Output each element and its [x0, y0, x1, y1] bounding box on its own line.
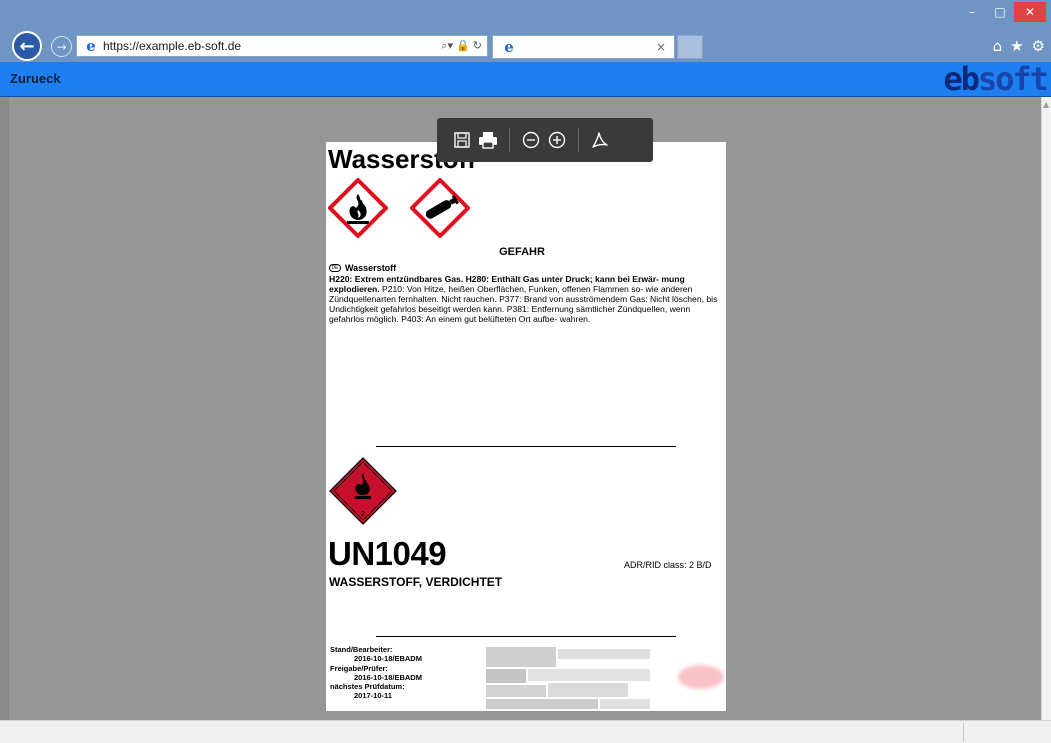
address-bar[interactable]: e https://example.eb-soft.de ⌕▾ 🔒 ↻ — [76, 35, 488, 57]
home-icon[interactable]: ⌂ — [993, 37, 1003, 55]
minimize-button[interactable]: – — [958, 2, 986, 22]
substance-name: Wasserstoff — [345, 263, 397, 273]
divider-line — [376, 636, 676, 637]
address-tools: ⌕▾ 🔒 ↻ — [441, 39, 487, 53]
zoom-in-button[interactable] — [544, 127, 570, 153]
arrow-left-icon: ← — [19, 35, 35, 57]
maximize-button[interactable]: □ — [986, 2, 1014, 22]
address-url[interactable]: https://example.eb-soft.de — [103, 39, 441, 53]
lang-badge: DE — [329, 264, 341, 272]
acrobat-icon — [592, 132, 608, 148]
toolbar-separator — [509, 128, 510, 152]
ebsoft-logo: ebsoft — [943, 60, 1049, 98]
status-bar — [0, 720, 1051, 743]
ghs-flame-pictogram-icon — [328, 178, 388, 238]
save-icon — [454, 132, 470, 148]
zoom-out-icon — [522, 131, 540, 149]
viewer-left-edge — [0, 97, 9, 720]
browser-back-button[interactable]: ← — [12, 31, 42, 61]
browser-chrome: – □ ✕ ← → e https://example.eb-soft.de ⌕… — [0, 0, 1051, 62]
tab-close-icon[interactable]: × — [656, 40, 674, 54]
browser-tools: ⌂ ★ ⚙ — [993, 37, 1045, 55]
signal-word: GEFAHR — [499, 246, 545, 258]
un-number: UN1049 — [328, 535, 447, 572]
stand-label: Stand/Bearbeiter: — [330, 645, 393, 654]
lock-icon[interactable]: 🔒 — [456, 39, 470, 53]
print-button[interactable] — [475, 127, 501, 153]
open-in-acrobat-button[interactable] — [587, 127, 613, 153]
next-review-label: nächstes Prüfdatum: — [330, 682, 405, 692]
status-bar-separator — [963, 723, 964, 741]
hazard-statements: H220: Extrem entzündbares Gas. H280: Ent… — [329, 274, 724, 324]
divider-line — [376, 446, 676, 447]
viewer-scrollbar[interactable]: ▲ — [1041, 97, 1051, 720]
adr-class-2-label-icon: 2 — [329, 457, 397, 525]
toolbar-separator — [578, 128, 579, 152]
refresh-icon[interactable]: ↻ — [473, 39, 482, 53]
print-icon — [479, 132, 497, 149]
freigabe-label: Freigabe/Prüfer: — [330, 663, 388, 673]
scroll-up-icon[interactable]: ▲ — [1043, 100, 1049, 109]
ie-logo-icon: e — [86, 37, 96, 55]
adr-class-number: 2 — [361, 511, 365, 518]
search-icon[interactable]: ⌕▾ — [441, 39, 453, 53]
app-header: Zurueck ebsoft — [0, 62, 1051, 97]
document-footer: Stand/Bearbeiter: 2016-10-18/EBADM Freig… — [330, 645, 480, 701]
stand-value: 2016-10-18/EBADM — [354, 654, 422, 664]
pdf-page: Wasserstoff GEFAHR DE Wasserstoff H220: … — [326, 142, 726, 711]
language-label: DE Wasserstoff — [329, 263, 396, 273]
ie-logo-icon: e — [504, 38, 514, 56]
new-tab-button[interactable] — [677, 35, 703, 59]
stamp-mark — [678, 665, 724, 689]
shipping-name: WASSERSTOFF, VERDICHTET — [329, 575, 503, 589]
save-button[interactable] — [449, 127, 475, 153]
zoom-out-button[interactable] — [518, 127, 544, 153]
browser-tab[interactable]: e × — [492, 35, 675, 59]
zurueck-link[interactable]: Zurueck — [10, 71, 61, 86]
zoom-in-icon — [548, 131, 566, 149]
next-review-value: 2017-10-11 — [354, 691, 392, 701]
star-icon[interactable]: ★ — [1010, 37, 1023, 55]
freigabe-value: 2016-10-18/EBADM — [354, 672, 422, 682]
browser-forward-button[interactable]: → — [51, 36, 72, 57]
gear-icon[interactable]: ⚙ — [1032, 37, 1045, 55]
window-controls: – □ ✕ — [958, 2, 1046, 22]
adr-class: ADR/RID class: 2 B/D — [624, 560, 712, 570]
ghs-gas-cylinder-pictogram-icon — [410, 178, 470, 238]
precautionary-statements: P210: Von Hitze, heißen Oberflächen, Fun… — [329, 284, 718, 324]
arrow-right-icon: → — [56, 39, 67, 54]
pdf-toolbar — [437, 118, 653, 162]
close-button[interactable]: ✕ — [1014, 2, 1046, 22]
